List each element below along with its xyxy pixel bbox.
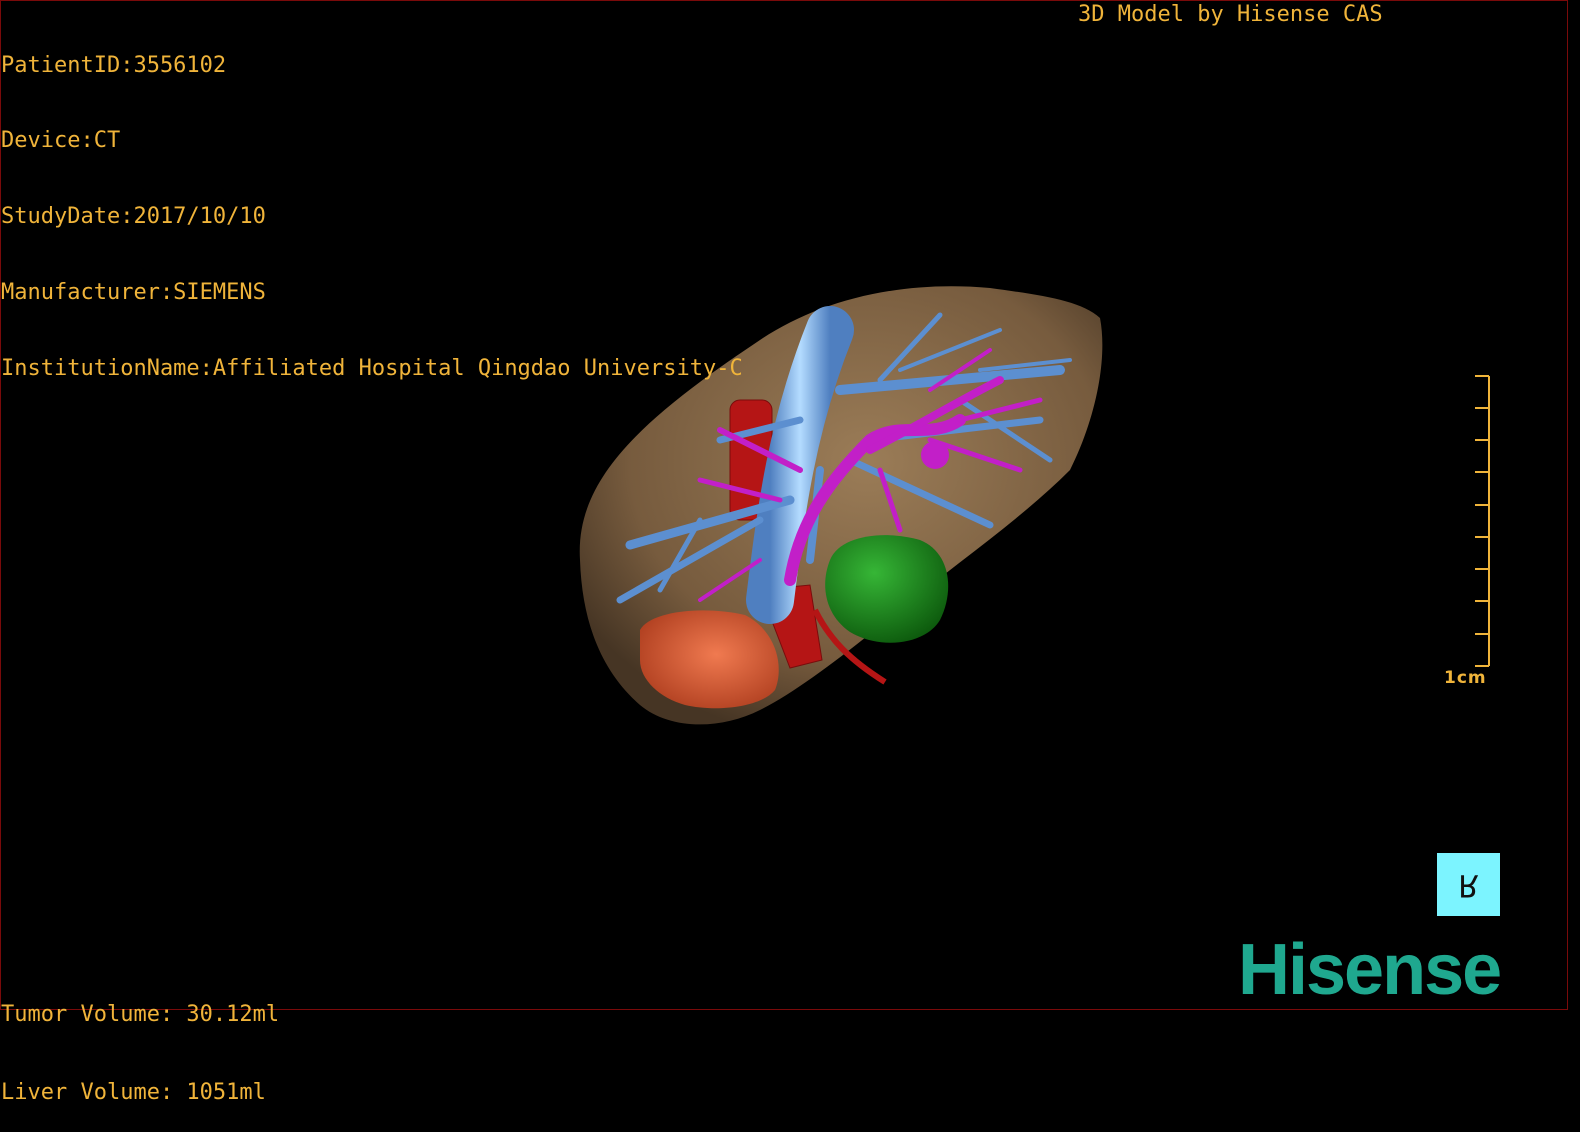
device-text: Device:CT	[1, 128, 121, 154]
orientation-marker-label: R	[1458, 867, 1479, 902]
scale-bar-label: 1cm	[1444, 668, 1487, 688]
dicom-info-overlay: PatientID:3556102 Device:CT StudyDate:20…	[1, 2, 743, 407]
scale-bar	[1475, 375, 1490, 667]
model-credit-text: 3D Model by Hisense CAS	[1078, 2, 1383, 27]
tumor-green[interactable]	[825, 535, 949, 643]
orientation-marker-button[interactable]: R	[1437, 853, 1500, 916]
hisense-logo: Hisense	[1238, 930, 1502, 1010]
tumor-orange[interactable]	[640, 610, 779, 709]
patient-id-text: PatientID:3556102	[1, 52, 227, 78]
tumor-volume-text: Tumor Volume: 30.12ml	[1, 1002, 280, 1027]
institution-text: InstitutionName:Affiliated Hospital Qing…	[1, 356, 743, 382]
study-date-text: StudyDate:2017/10/10	[1, 204, 266, 230]
liver-volume-text: Liver Volume: 1051ml	[1, 1080, 266, 1105]
manufacturer-text: Manufacturer:SIEMENS	[1, 280, 266, 306]
volume-readout: Tumor Volume: 30.12ml Liver Volume: 1051…	[1, 950, 279, 1132]
